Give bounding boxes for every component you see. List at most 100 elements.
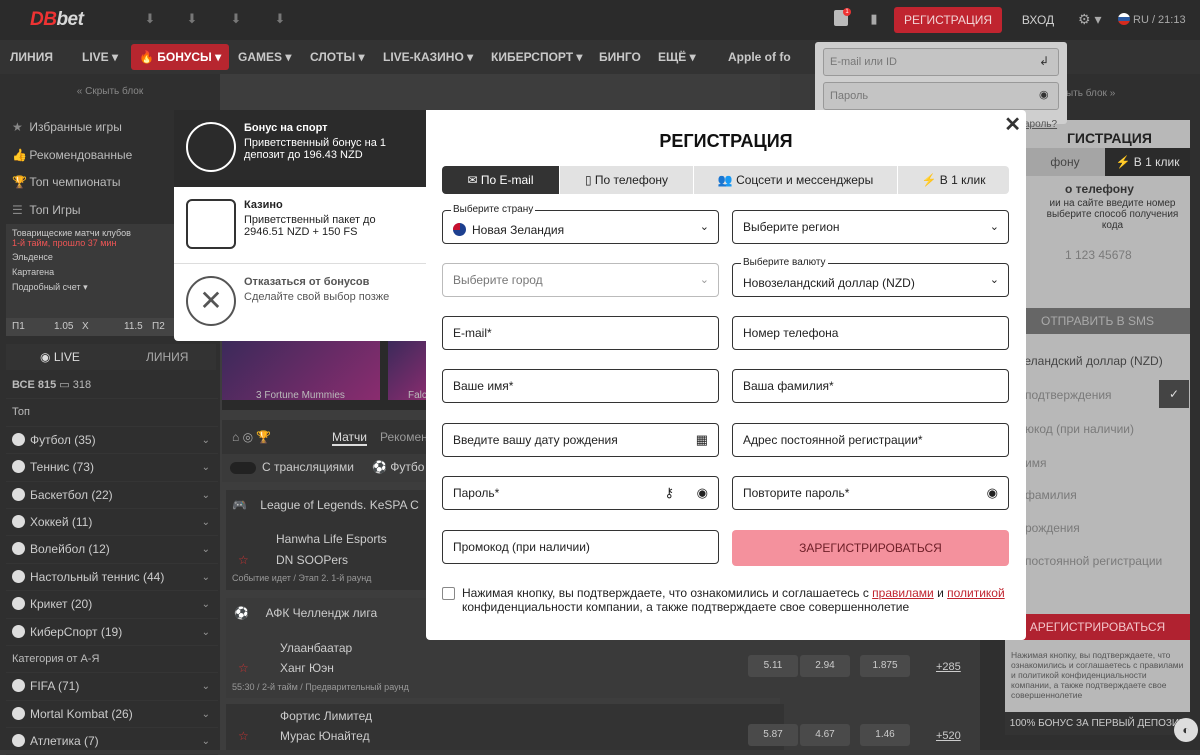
download-icon[interactable]: ⬇: [226, 11, 246, 29]
login-button[interactable]: ВХОД: [1014, 7, 1062, 33]
enter-icon[interactable]: ↲: [1039, 54, 1049, 68]
sport-item[interactable]: Атлетика (7) ⌄: [6, 728, 218, 755]
download-icon[interactable]: ⬇: [270, 11, 290, 29]
rules-link[interactable]: правилами: [872, 586, 934, 600]
nav-bingo[interactable]: БИНГО: [599, 40, 641, 74]
menu-top-champ[interactable]: 🏆 Топ чемпионаты: [6, 169, 174, 197]
tab-one-click[interactable]: ⚡ В 1 клик: [898, 166, 1009, 194]
menu-recommended[interactable]: 👍 Рекомендованные: [6, 142, 174, 170]
tab-social[interactable]: 👥 Соцсети и мессенджеры: [694, 166, 898, 194]
password-field[interactable]: Пароль* ⚷ ◉: [442, 476, 719, 510]
event-team[interactable]: Фортис Лимитед: [280, 709, 372, 723]
star-icon[interactable]: ☆: [238, 553, 249, 567]
bonus-decline-option[interactable]: ✕ Отказаться от бонусов Сделайте свой вы…: [174, 264, 426, 341]
city-select[interactable]: Выберите город ⌄: [442, 263, 719, 297]
forgot-password-link[interactable]: ароль?: [1024, 119, 1057, 130]
more-odds-link[interactable]: +520: [936, 730, 961, 742]
bonus-casino-option[interactable]: Казино Приветственный пакет до 2946.51 N…: [174, 187, 426, 264]
support-icon[interactable]: ◐: [1174, 718, 1198, 742]
address-field[interactable]: Адрес постоянной регистрации*: [732, 423, 1009, 457]
birthdate-field[interactable]: Введите вашу дату рождения ▦: [442, 423, 719, 457]
sport-item[interactable]: Футбол (35) ⌄: [6, 427, 218, 455]
star-icon[interactable]: ☆: [238, 661, 249, 675]
right-surname[interactable]: фамилия: [1025, 488, 1077, 502]
sport-item[interactable]: КиберСпорт (19) ⌄: [6, 619, 218, 646]
football-filter[interactable]: ⚽ Футбо: [372, 460, 424, 474]
eye-off-icon[interactable]: ◉: [697, 477, 708, 509]
country-select[interactable]: Выберите страну Новая Зеландия ⌄: [442, 204, 719, 244]
region-select[interactable]: Выберите регион ⌄: [732, 210, 1009, 244]
key-icon[interactable]: ⚷: [664, 477, 674, 509]
register-button[interactable]: РЕГИСТРАЦИЯ: [894, 7, 1002, 33]
hide-right-link[interactable]: ыть блок »: [1066, 88, 1115, 99]
right-currency[interactable]: зеландский доллар (NZD): [1019, 354, 1163, 368]
nav-slots[interactable]: СЛОТЫ ▾: [310, 40, 365, 74]
nav-bonuses[interactable]: 🔥 БОНУСЫ ▾: [131, 44, 230, 70]
right-tab-click[interactable]: ⚡ В 1 клик: [1105, 148, 1190, 176]
download-icon[interactable]: ⬇: [182, 11, 202, 29]
odds-button[interactable]: 1.46: [860, 724, 910, 746]
terms-checkbox[interactable]: [442, 587, 455, 600]
tab-live[interactable]: ◉ LIVE: [40, 350, 80, 364]
odds-button[interactable]: 5.11: [748, 655, 798, 677]
right-name[interactable]: имя: [1025, 456, 1046, 470]
email-field[interactable]: E-mail*: [442, 316, 719, 350]
nav-games[interactable]: GAMES ▾: [238, 40, 291, 74]
odds-button[interactable]: 5.87: [748, 724, 798, 746]
phone-field[interactable]: Номер телефона: [732, 316, 1009, 350]
eye-off-icon[interactable]: ◉: [1039, 88, 1049, 101]
right-promo[interactable]: юкод (при наличии): [1025, 422, 1134, 436]
tab-recommended[interactable]: Рекомен: [380, 430, 428, 444]
nav-line[interactable]: ЛИНИЯ: [10, 40, 53, 74]
right-birth[interactable]: рождения: [1025, 521, 1080, 535]
nav-more[interactable]: ЕЩЁ ▾: [658, 40, 696, 74]
sport-item[interactable]: Волейбол (12) ⌄: [6, 536, 218, 564]
register-submit-button[interactable]: ЗАРЕГИСТРИРОВАТЬСЯ: [732, 530, 1009, 566]
bonus-sport-option[interactable]: Бонус на спорт Приветственный бонус на 1…: [174, 110, 426, 187]
password-repeat-field[interactable]: Повторите пароль* ◉: [732, 476, 1009, 510]
calendar-icon[interactable]: ▦: [696, 424, 708, 456]
first-name-field[interactable]: Ваше имя*: [442, 369, 719, 403]
nav-promo[interactable]: Apple of fo: [728, 40, 791, 74]
download-icon[interactable]: ⬇: [140, 11, 160, 29]
event-team[interactable]: Hanwha Life Esports: [276, 532, 387, 546]
tab-matches[interactable]: Матчи: [332, 430, 367, 446]
event-team[interactable]: Ханг Юэн: [280, 661, 334, 675]
nav-live[interactable]: LIVE ▾: [82, 40, 118, 74]
check-icon[interactable]: ✓: [1159, 380, 1189, 408]
nav-esports[interactable]: КИБЕРСПОРТ ▾: [491, 40, 582, 74]
right-tab-phone[interactable]: фону: [1025, 148, 1105, 176]
eye-off-icon[interactable]: ◉: [987, 477, 998, 509]
gear-icon[interactable]: ⚙ ▾: [1078, 11, 1101, 28]
sport-item[interactable]: Настольный теннис (44) ⌄: [6, 564, 218, 592]
odds-button[interactable]: 4.67: [800, 724, 850, 746]
tab-email[interactable]: ✉ По E-mail: [442, 166, 560, 194]
odds-value[interactable]: 11.5: [124, 321, 143, 332]
sport-item[interactable]: FIFA (71) ⌄: [6, 673, 218, 701]
right-submit[interactable]: АРЕГИСТРИРОВАТЬСЯ: [1005, 614, 1190, 640]
home-icon[interactable]: ⌂ ◎ 🏆: [232, 430, 271, 444]
odds-button[interactable]: 1.875: [860, 655, 910, 677]
language-selector[interactable]: RU / 21:13: [1118, 13, 1186, 26]
event-team[interactable]: Улаанбаатар: [280, 641, 352, 655]
sport-item[interactable]: Крикет (20) ⌄: [6, 591, 218, 619]
hide-block-link[interactable]: « Скрыть блок: [0, 74, 220, 110]
right-address[interactable]: постоянной регистрации: [1025, 554, 1162, 568]
right-confirm[interactable]: подтверждения: [1025, 388, 1112, 402]
currency-select[interactable]: Выберите валюту Новозеландский доллар (N…: [732, 257, 1009, 297]
tab-phone[interactable]: ▯ По телефону: [560, 166, 694, 194]
event-team[interactable]: Мурас Юнайтед: [280, 729, 370, 743]
login-password-field[interactable]: Пароль: [823, 82, 1059, 110]
sport-item[interactable]: Хоккей (11) ⌄: [6, 509, 218, 537]
send-sms-button[interactable]: ОТПРАВИТЬ В SMS: [1005, 308, 1190, 334]
promo-code-field[interactable]: Промокод (при наличии): [442, 530, 719, 564]
sport-item[interactable]: Mortal Kombat (26) ⌄: [6, 701, 218, 729]
broadcast-toggle[interactable]: [230, 462, 256, 474]
card-icon[interactable]: ▮: [864, 11, 884, 29]
odds-value[interactable]: 1.05: [54, 321, 73, 332]
tab-line[interactable]: ЛИНИЯ: [146, 350, 188, 364]
event-team[interactable]: DN SOOPers: [276, 553, 348, 567]
all-sports-row[interactable]: ВСЕ 815 ▭ 318: [6, 372, 218, 400]
odds-button[interactable]: 2.94: [800, 655, 850, 677]
sport-item[interactable]: Теннис (73) ⌄: [6, 454, 218, 482]
